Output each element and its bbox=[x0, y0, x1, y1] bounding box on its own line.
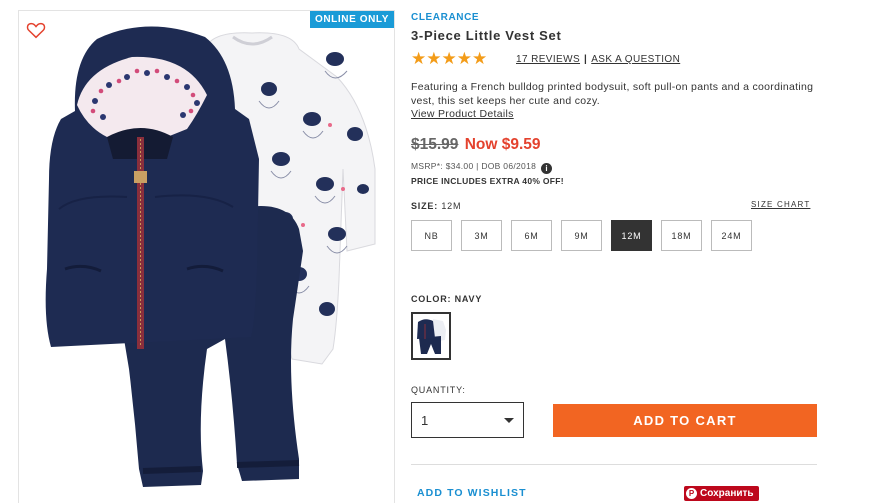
size-option-18m[interactable]: 18M bbox=[661, 220, 702, 251]
review-links: 17 REVIEWS | ASK A QUESTION bbox=[516, 54, 680, 65]
quantity-select[interactable]: 1 bbox=[411, 402, 524, 438]
divider bbox=[411, 464, 817, 465]
extra-off-note: PRICE INCLUDES EXTRA 40% OFF! bbox=[411, 176, 564, 186]
product-page: ONLINE ONLY CLEARANCE 3-Piece Little Ves… bbox=[0, 0, 885, 503]
color-swatch-navy[interactable] bbox=[411, 312, 451, 360]
product-image-panel[interactable]: ONLINE ONLY bbox=[18, 10, 395, 503]
sale-price: Now $9.59 bbox=[464, 136, 541, 153]
original-price: $15.99 bbox=[411, 136, 459, 153]
clearance-tag: CLEARANCE bbox=[411, 12, 480, 23]
size-option-9m[interactable]: 9M bbox=[561, 220, 602, 251]
size-option-6m[interactable]: 6M bbox=[511, 220, 552, 251]
reviews-link[interactable]: 17 REVIEWS bbox=[516, 54, 580, 65]
view-product-details-link[interactable]: View Product Details bbox=[411, 108, 514, 120]
pinterest-icon: P bbox=[686, 488, 697, 499]
pinterest-save-label: Сохранить bbox=[700, 488, 754, 499]
size-option-nb[interactable]: NB bbox=[411, 220, 452, 251]
color-label-text: COLOR: bbox=[411, 294, 452, 304]
chevron-down-icon bbox=[504, 418, 514, 423]
msrp-text: MSRP*: $34.00 | DOB 06/2018 bbox=[411, 161, 537, 171]
product-description: Featuring a French bulldog printed bodys… bbox=[411, 81, 814, 107]
color-label: COLOR: NAVY bbox=[411, 294, 482, 304]
add-to-wishlist-link[interactable]: ADD TO WISHLIST bbox=[417, 487, 527, 499]
size-label-text: SIZE: bbox=[411, 201, 439, 211]
review-separator: | bbox=[584, 54, 588, 65]
selected-size: 12M bbox=[441, 201, 462, 211]
quantity-label: QUANTITY: bbox=[411, 385, 466, 395]
price-row: $15.99 Now $9.59 bbox=[411, 136, 541, 154]
size-label: SIZE: 12M bbox=[411, 201, 461, 211]
pinterest-save-button[interactable]: P Сохранить bbox=[684, 486, 759, 501]
size-options: NB 3M 6M 9M 12M 18M 24M bbox=[411, 220, 752, 251]
swatch-thumbnail bbox=[415, 316, 447, 356]
size-chart-link[interactable]: SIZE CHART bbox=[751, 200, 810, 209]
size-option-3m[interactable]: 3M bbox=[461, 220, 502, 251]
ask-question-link[interactable]: ASK A QUESTION bbox=[591, 54, 680, 65]
size-option-24m[interactable]: 24M bbox=[711, 220, 752, 251]
product-image bbox=[45, 26, 376, 488]
size-option-12m[interactable]: 12M bbox=[611, 220, 652, 251]
msrp-info: MSRP*: $34.00 | DOB 06/2018 i bbox=[411, 161, 553, 174]
star-rating: ★★★★★ bbox=[411, 49, 488, 68]
selected-color: NAVY bbox=[454, 294, 483, 304]
add-to-cart-button[interactable]: ADD TO CART bbox=[553, 404, 817, 437]
product-title: 3-Piece Little Vest Set bbox=[411, 28, 562, 43]
quantity-value: 1 bbox=[421, 412, 429, 428]
info-icon[interactable]: i bbox=[541, 163, 553, 174]
